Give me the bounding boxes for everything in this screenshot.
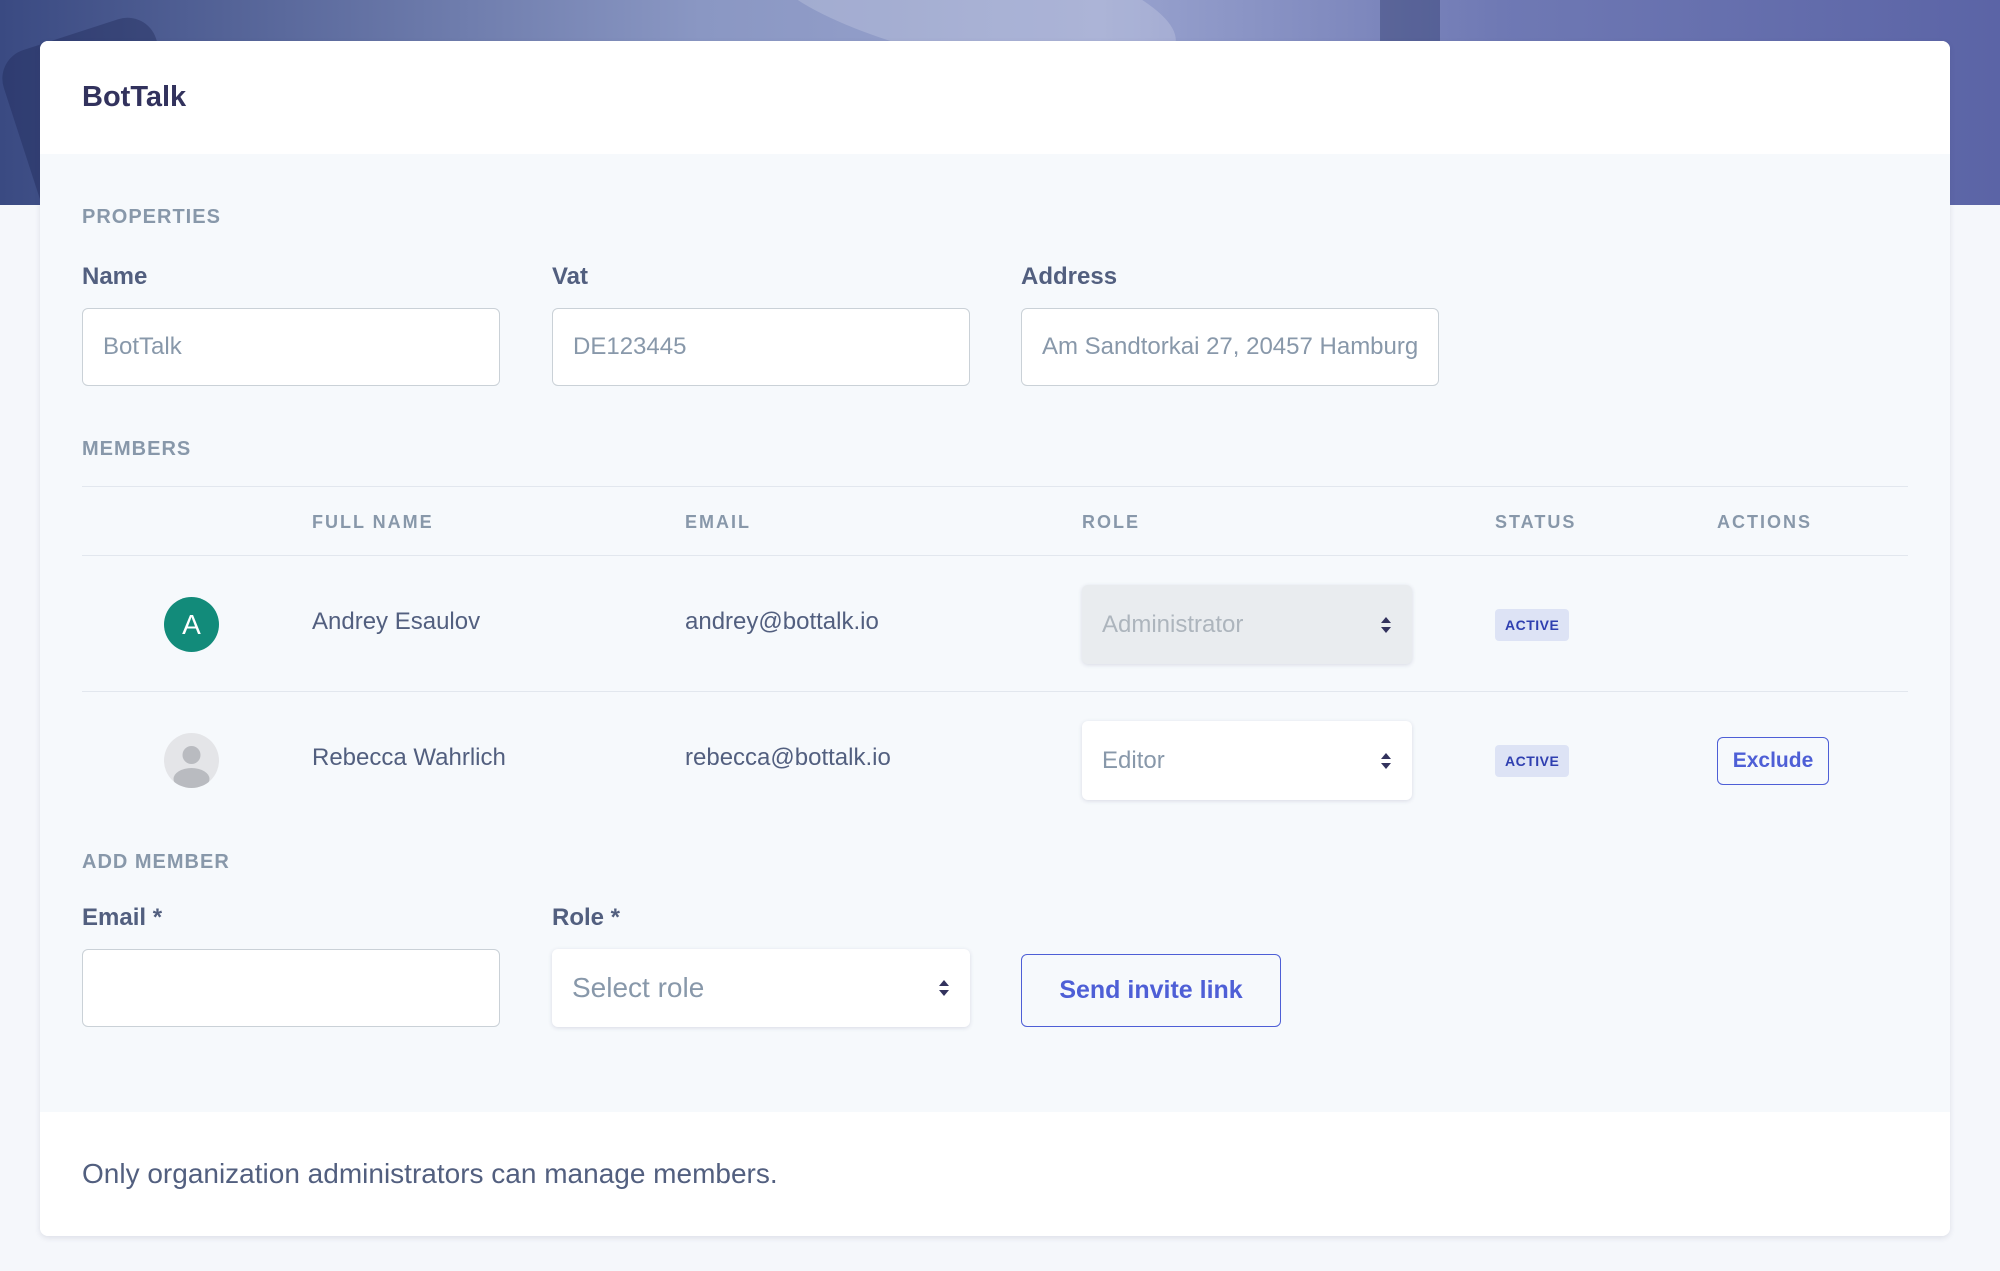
name-label: Name [82,263,148,290]
vat-label: Vat [552,263,589,290]
role-select[interactable]: Select role [552,949,970,1027]
add-member-section-label: ADD MEMBER [82,851,230,873]
organization-card: BotTalk PROPERTIES Name BotTalk Vat DE12… [40,41,1950,1236]
vat-input[interactable]: DE123445 [552,308,970,386]
avatar [164,733,219,788]
member-full-name: Andrey Esaulov [312,608,481,635]
column-header-status: STATUS [1495,512,1577,532]
column-header-full-name: FULL NAME [312,512,434,532]
column-header-role: ROLE [1082,512,1141,532]
table-row: A Andrey Esaulov andrey@bottalk.io Admin… [82,557,1908,692]
role-select[interactable]: Editor [1082,721,1412,800]
user-placeholder-icon [173,746,210,788]
status-badge: ACTIVE [1495,745,1570,777]
role-select: Administrator [1082,585,1412,664]
exclude-button[interactable]: Exclude [1717,737,1829,785]
role-select-placeholder: Select role [572,972,705,1003]
properties-section-label: PROPERTIES [82,206,221,228]
name-input[interactable]: BotTalk [82,308,500,386]
address-input[interactable]: Am Sandtorkai 27, 20457 Hamburg [1021,308,1439,386]
organization-title: BotTalk [82,81,187,113]
sort-caret-icon [939,980,949,996]
card-header: BotTalk [40,41,1950,154]
sort-caret-icon [1381,752,1391,769]
members-table-header: FULL NAME EMAIL ROLE STATUS ACTIONS [82,486,1908,556]
column-header-actions: ACTIONS [1717,512,1812,532]
member-email: rebecca@bottalk.io [685,744,891,771]
role-select-value: Administrator [1102,610,1244,638]
email-label: Email * [82,904,163,931]
members-section-label: MEMBERS [82,438,192,460]
card-footer: Only organization administrators can man… [40,1112,1950,1236]
email-field[interactable] [82,949,500,1027]
member-full-name: Rebecca Wahrlich [312,744,506,771]
footer-note: Only organization administrators can man… [82,1158,778,1189]
column-header-email: EMAIL [685,512,751,532]
sort-caret-icon [1381,616,1391,633]
role-select-value: Editor [1102,746,1165,774]
role-label: Role * [552,904,621,931]
status-badge: ACTIVE [1495,609,1570,641]
avatar: A [164,597,219,652]
send-invite-button[interactable]: Send invite link [1021,954,1281,1027]
table-row: Rebecca Wahrlich rebecca@bottalk.io Edit… [82,693,1908,828]
address-label: Address [1021,263,1118,290]
member-email: andrey@bottalk.io [685,608,879,635]
